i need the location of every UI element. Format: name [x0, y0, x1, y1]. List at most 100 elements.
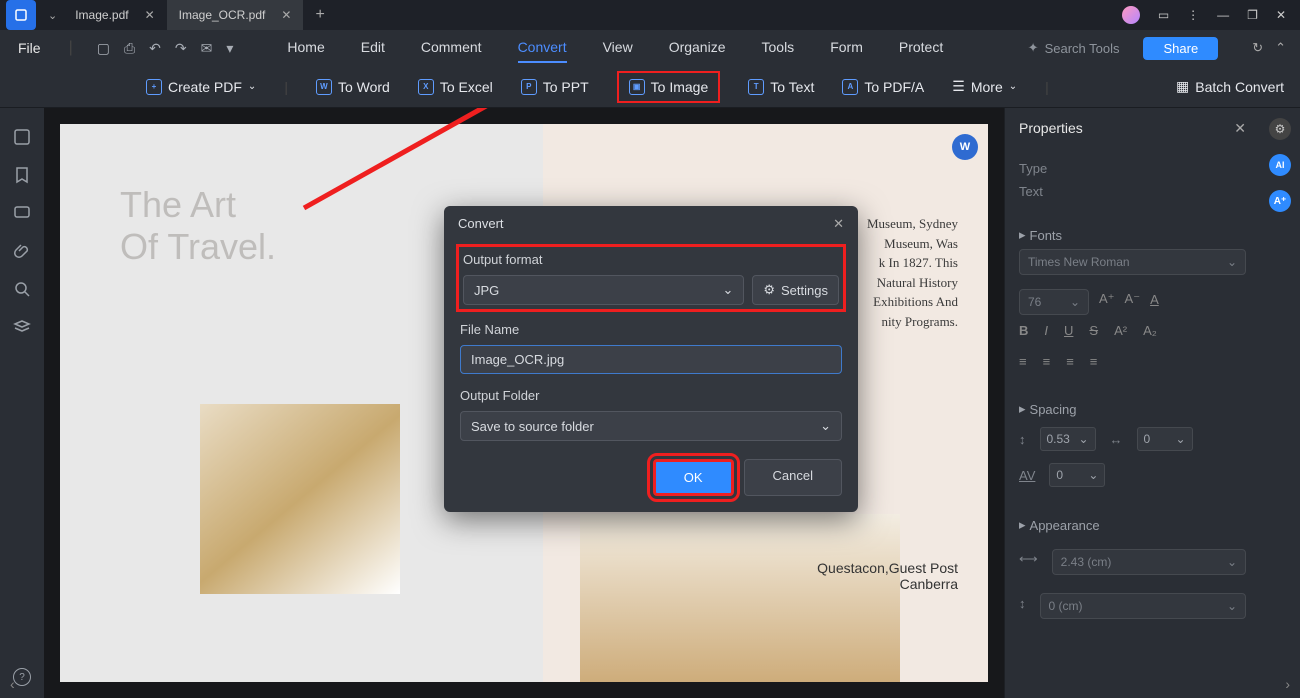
italic-icon[interactable]: I	[1044, 323, 1048, 338]
line-spacing-input[interactable]: 0.53⌄	[1040, 427, 1096, 451]
appearance-section[interactable]: ▸ Appearance	[1019, 517, 1246, 533]
undo-icon[interactable]: ↶	[149, 40, 161, 57]
close-icon[interactable]: ✕	[145, 8, 155, 22]
to-text-button[interactable]: TTo Text	[748, 79, 814, 95]
underline-icon[interactable]: U	[1064, 323, 1073, 338]
to-image-button[interactable]: ▣To Image	[617, 71, 721, 103]
properties-panel: Properties ✕ Type Text ▸ Fonts Times New…	[1004, 108, 1260, 698]
prev-page-button[interactable]: ‹	[10, 676, 15, 692]
tab-comment[interactable]: Comment	[421, 33, 482, 63]
spacing-section[interactable]: ▸ Spacing	[1019, 401, 1246, 417]
font-decrease-icon[interactable]: A⁻	[1125, 291, 1141, 307]
to-excel-button[interactable]: XTo Excel	[418, 79, 493, 95]
search-icon[interactable]	[13, 280, 31, 298]
after-spacing-input[interactable]: 0⌄	[1049, 463, 1105, 487]
maximize-icon[interactable]: ❐	[1247, 8, 1258, 22]
align-center-icon[interactable]: ≡	[1043, 354, 1051, 369]
subscript-icon[interactable]: A₂	[1143, 323, 1157, 338]
height-input[interactable]: 0 (cm)⌄	[1040, 593, 1247, 619]
save-icon[interactable]: ▢	[97, 40, 110, 57]
translate-rail-icon[interactable]: A⁺	[1269, 190, 1291, 212]
tab-2[interactable]: Image_OCR.pdf ✕	[167, 0, 304, 30]
cancel-button[interactable]: Cancel	[744, 459, 842, 496]
convert-dialog: Convert ✕ Output format JPG⌄ ⚙Settings F…	[444, 206, 858, 512]
kebab-icon[interactable]: ⋮	[1187, 8, 1199, 22]
tab-edit[interactable]: Edit	[361, 33, 385, 63]
settings-button[interactable]: ⚙Settings	[752, 275, 839, 305]
mail-icon[interactable]: ✉	[201, 40, 213, 57]
align-left-icon[interactable]: ≡	[1019, 354, 1027, 369]
tab-dropdown-icon[interactable]: ⌄	[48, 9, 57, 22]
close-icon[interactable]: ✕	[281, 8, 291, 22]
file-menu[interactable]: File	[14, 36, 45, 60]
before-spacing-input[interactable]: 0⌄	[1137, 427, 1193, 451]
bookmark-icon[interactable]	[13, 166, 31, 184]
tab-view[interactable]: View	[603, 33, 633, 63]
output-folder-dropdown[interactable]: Save to source folder⌄	[460, 411, 842, 441]
close-window-icon[interactable]: ✕	[1276, 8, 1286, 22]
output-folder-label: Output Folder	[460, 388, 842, 403]
close-icon[interactable]: ✕	[833, 216, 844, 232]
word-badge-icon[interactable]: W	[952, 134, 978, 160]
more-icon: ☰	[952, 78, 965, 95]
attachment-icon[interactable]	[13, 242, 31, 260]
collapse-icon[interactable]: ⌃	[1275, 40, 1286, 56]
file-name-label: File Name	[460, 322, 842, 337]
align-justify-icon[interactable]: ≡	[1090, 354, 1098, 369]
search-tools[interactable]: ✦ Search Tools	[1028, 40, 1120, 56]
tab-convert[interactable]: Convert	[518, 33, 567, 63]
tab-protect[interactable]: Protect	[899, 33, 943, 63]
fonts-section[interactable]: ▸ Fonts	[1019, 227, 1246, 243]
font-dropdown[interactable]: Times New Roman⌄	[1019, 249, 1246, 275]
next-page-button[interactable]: ›	[1285, 676, 1290, 692]
title-bar: ⌄ Image.pdf ✕ Image_OCR.pdf ✕ + ▭ ⋮ — ❐ …	[0, 0, 1300, 30]
char-spacing-icon: AV	[1019, 468, 1035, 483]
font-color-icon[interactable]: A	[1150, 292, 1159, 307]
tab-organize[interactable]: Organize	[669, 33, 726, 63]
grid-icon: ▦	[1176, 78, 1189, 95]
ai-rail-icon[interactable]: AI	[1269, 154, 1291, 176]
create-pdf-button[interactable]: +Create PDF⌄	[146, 79, 256, 95]
align-right-icon[interactable]: ≡	[1066, 354, 1074, 369]
to-pdfa-button[interactable]: ATo PDF/A	[842, 79, 924, 95]
doc-image-2	[580, 514, 900, 682]
batch-convert-button[interactable]: ▦Batch Convert	[1176, 78, 1284, 95]
strikethrough-icon[interactable]: S	[1089, 323, 1098, 338]
superscript-icon[interactable]: A²	[1114, 323, 1127, 338]
output-format-dropdown[interactable]: JPG⌄	[463, 275, 744, 305]
to-ppt-button[interactable]: PTo PPT	[521, 79, 589, 95]
print-icon[interactable]: ⎙	[124, 40, 135, 57]
more-button[interactable]: ☰More⌄	[952, 78, 1017, 95]
width-input[interactable]: 2.43 (cm)⌄	[1052, 549, 1246, 575]
settings-rail-icon[interactable]: ⚙	[1269, 118, 1291, 140]
comment-icon[interactable]	[13, 204, 31, 222]
dropdown-icon[interactable]: ▾	[226, 40, 233, 57]
help-icon[interactable]: ?	[13, 668, 31, 686]
layers-icon[interactable]	[13, 318, 31, 336]
font-size-dropdown[interactable]: 76⌄	[1019, 289, 1089, 315]
sync-icon[interactable]: ↻	[1252, 40, 1263, 56]
notifications-icon[interactable]: ▭	[1158, 8, 1169, 22]
new-tab-button[interactable]: +	[303, 6, 336, 24]
tab-form[interactable]: Form	[830, 33, 863, 63]
bold-icon[interactable]: B	[1019, 323, 1028, 338]
chevron-down-icon: ⌄	[722, 282, 733, 298]
tab-home[interactable]: Home	[287, 33, 324, 63]
app-logo[interactable]	[6, 0, 36, 30]
left-sidebar: ?	[0, 108, 44, 698]
close-icon[interactable]: ✕	[1234, 120, 1246, 137]
redo-icon[interactable]: ↷	[175, 40, 187, 57]
tab-tools[interactable]: Tools	[762, 33, 795, 63]
ok-button[interactable]: OK	[653, 459, 734, 496]
share-button[interactable]: Share	[1143, 37, 1218, 60]
tab-1[interactable]: Image.pdf ✕	[63, 0, 166, 30]
to-word-button[interactable]: WTo Word	[316, 79, 390, 95]
paragraph-spacing-icon: ↔	[1110, 432, 1123, 447]
thumbnail-icon[interactable]	[13, 128, 31, 146]
font-increase-icon[interactable]: A⁺	[1099, 291, 1115, 307]
minimize-icon[interactable]: —	[1217, 8, 1229, 22]
menu-bar: File | ▢ ⎙ ↶ ↷ ✉ ▾ Home Edit Comment Con…	[0, 30, 1300, 66]
file-name-input[interactable]: Image_OCR.jpg	[460, 345, 842, 374]
bulb-icon: ✦	[1028, 40, 1039, 56]
avatar[interactable]	[1122, 6, 1140, 24]
